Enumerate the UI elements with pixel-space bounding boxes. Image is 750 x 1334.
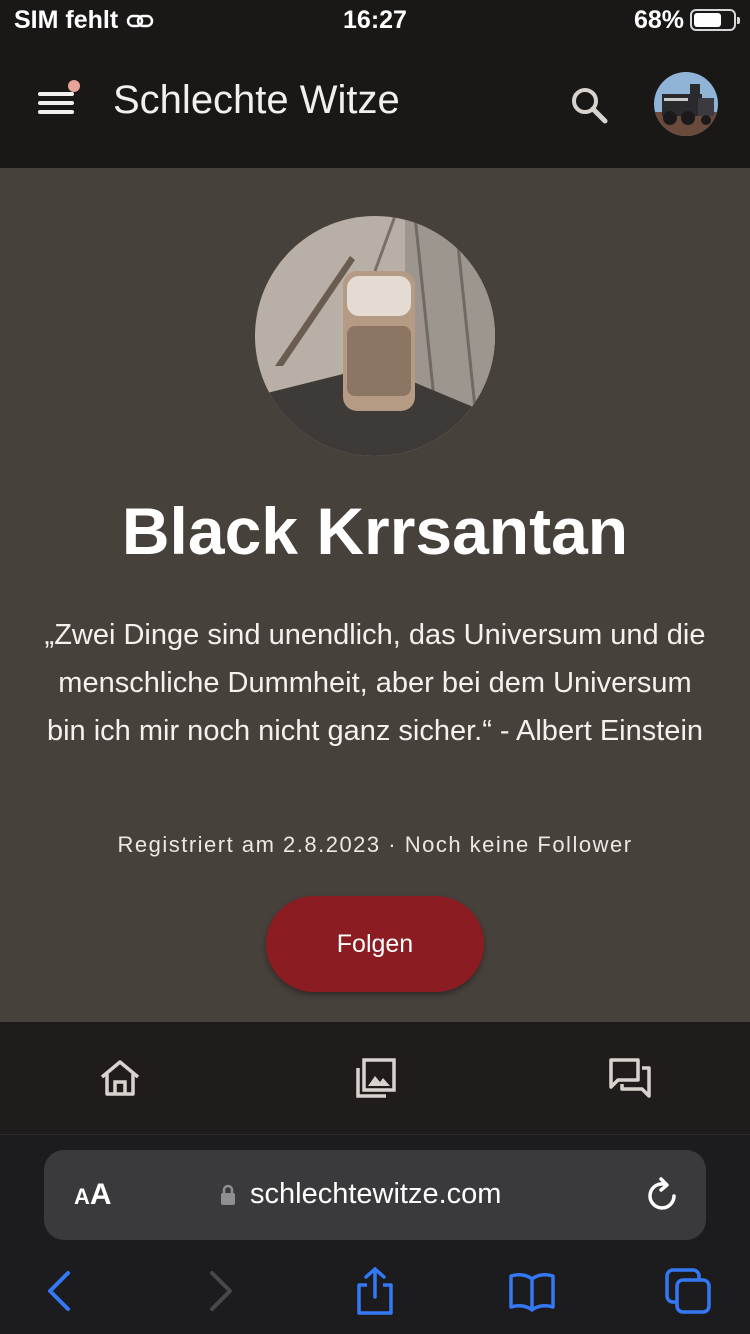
profile-bio: „Zwei Dinge sind unendlich, das Universu… <box>44 619 706 747</box>
browser-toolbar: AA schlechtewitze.com <box>0 1134 750 1334</box>
home-icon[interactable] <box>98 1056 142 1100</box>
user-avatar[interactable] <box>654 72 718 136</box>
tabs-icon[interactable] <box>664 1267 712 1315</box>
notification-dot <box>68 80 80 92</box>
app-title[interactable]: Schlechte Witze <box>113 78 400 123</box>
bookmarks-icon[interactable] <box>508 1267 556 1315</box>
share-icon[interactable] <box>351 1267 399 1315</box>
profile-card: Black Krrsantan „Zwei Dinge sind unendli… <box>0 168 750 1022</box>
battery-percent: 68% <box>633 6 684 34</box>
gallery-icon[interactable] <box>354 1056 398 1100</box>
profile-name: Black Krrsantan <box>121 494 629 568</box>
profile-avatar <box>255 216 495 456</box>
forward-icon[interactable] <box>196 1267 244 1315</box>
bottom-nav <box>0 1022 750 1134</box>
profile-meta: Registriert am 2.8.2023 · Noch keine Fol… <box>117 832 633 857</box>
forum-icon[interactable] <box>608 1056 652 1100</box>
app-bar: Schlechte Witze <box>0 40 750 168</box>
back-icon[interactable] <box>36 1267 84 1315</box>
text-size-button[interactable]: AA <box>74 1178 112 1212</box>
status-bar: SIM fehlt 16:27 68% <box>0 0 750 40</box>
follow-button[interactable]: Folgen <box>266 896 484 992</box>
reload-icon[interactable] <box>644 1176 680 1214</box>
address-bar[interactable]: AA schlechtewitze.com <box>44 1150 706 1240</box>
url-text[interactable]: schlechtewitze.com <box>250 1178 501 1211</box>
search-icon[interactable] <box>566 82 612 128</box>
battery-icon <box>690 9 740 31</box>
menu-button[interactable] <box>36 80 80 119</box>
lock-icon <box>221 1184 235 1205</box>
